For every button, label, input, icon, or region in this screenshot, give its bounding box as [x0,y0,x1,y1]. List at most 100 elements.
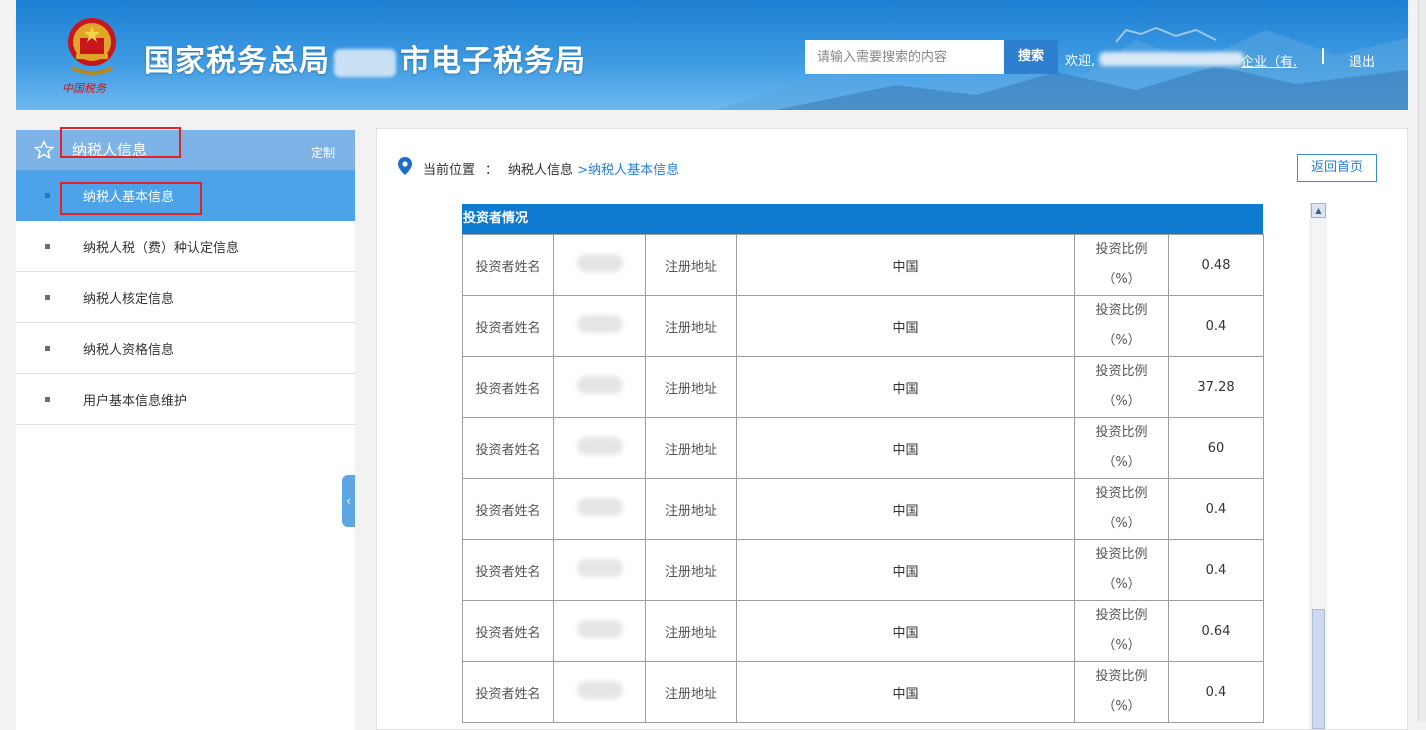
ratio-label-line2: （%） [1102,394,1141,409]
ratio-label-line2: （%） [1102,699,1141,714]
address-label: 注册地址 [645,478,737,540]
search-button[interactable]: 搜索 [1004,40,1058,74]
ratio-value: 0.4 [1168,539,1264,601]
address-label: 注册地址 [645,539,737,601]
sidebar-item-label: 纳税人资格信息 [83,343,175,358]
ratio-label: 投资比例 （%） [1074,356,1169,418]
name-label: 投资者姓名 [462,539,554,601]
table-row: 投资者姓名 注册地址 中国 投资比例 （%） 60 [462,417,1264,479]
search-input[interactable] [805,40,1015,74]
star-icon[interactable] [34,140,54,160]
breadcrumb-level1[interactable]: 纳税人信息 [508,163,573,178]
ratio-label-line1: 投资比例 [1095,608,1148,623]
bullet-icon [45,295,50,300]
investor-table-body: 投资者姓名 注册地址 中国 投资比例 （%） 0.48 投资者姓名 注册地址 中国 投资比例 （%）… [462,234,1264,723]
redacted-investor-name [576,376,623,394]
table-row: 投资者姓名 注册地址 中国 投资比例 （%） 0.4 [462,295,1264,357]
ratio-label-line2: （%） [1102,333,1141,348]
ratio-label-line1: 投资比例 [1095,303,1148,318]
address-value: 中国 [736,417,1075,479]
ratio-label-line2: （%） [1102,577,1141,592]
main-content: 当前位置：纳税人信息 >纳税人基本信息 返回首页 投资者情况 投资者姓名 注册地址… [376,128,1408,730]
sidebar-item-label: 纳税人基本信息 [83,190,175,205]
name-label: 投资者姓名 [462,417,554,479]
sidebar-header: 纳税人信息 定制 [16,130,355,170]
scroll-up-arrow-icon[interactable]: ▲ [1311,203,1326,218]
ratio-label-line1: 投资比例 [1095,547,1148,562]
site-title-part1: 国家税务总局 [144,44,330,79]
name-label: 投资者姓名 [462,295,554,357]
table-scrollbar[interactable]: ▲ [1310,203,1327,729]
sidebar-item-user-maintenance[interactable]: 用户基本信息维护 [16,374,355,425]
address-label: 注册地址 [645,661,737,723]
investor-name-cell [553,234,646,296]
name-label: 投资者姓名 [462,661,554,723]
bullet-icon [45,244,50,249]
site-header: 中国税务 国家税务总局 市电子税务局 搜索 欢迎, 企业（有. 退出 [16,0,1408,110]
return-home-button[interactable]: 返回首页 [1297,154,1377,182]
table-row: 投资者姓名 注册地址 中国 投资比例 （%） 0.4 [462,478,1264,540]
investor-name-cell [553,295,646,357]
customize-link[interactable]: 定制 [311,144,335,161]
ratio-label-line1: 投资比例 [1095,242,1148,257]
bullet-icon [45,346,50,351]
ratio-label-line2: （%） [1102,638,1141,653]
investor-name-cell [553,478,646,540]
sidebar: 纳税人信息 定制 纳税人基本信息 纳税人税（费）种认定信息 纳税人核定信息 纳税… [16,130,355,730]
table-row: 投资者姓名 注册地址 中国 投资比例 （%） 37.28 [462,356,1264,418]
table-row: 投资者姓名 注册地址 中国 投资比例 （%） 0.64 [462,600,1264,662]
table-row: 投资者姓名 注册地址 中国 投资比例 （%） 0.4 [462,661,1264,723]
redacted-investor-name [576,498,623,516]
investor-table: 投资者姓名 注册地址 中国 投资比例 （%） 0.48 投资者姓名 注册地址 中国 投资比例 （%）… [462,234,1264,723]
address-value: 中国 [736,295,1075,357]
address-label: 注册地址 [645,417,737,479]
ratio-label: 投资比例 （%） [1074,600,1169,662]
bullet-icon [45,397,50,402]
sidebar-collapse-toggle[interactable]: ‹ [342,475,355,527]
redacted-username [1099,52,1244,66]
sidebar-item-label: 纳税人核定信息 [83,292,175,307]
address-value: 中国 [736,356,1075,418]
ratio-label-line2: （%） [1102,516,1141,531]
address-value: 中国 [736,600,1075,662]
sidebar-item-label: 用户基本信息维护 [83,394,188,409]
ratio-value: 0.4 [1168,661,1264,723]
company-link[interactable]: 企业（有. [1241,51,1297,70]
investor-name-cell [553,539,646,601]
scrollbar-thumb[interactable] [1312,609,1325,729]
sidebar-item-label: 纳税人税（费）种认定信息 [83,241,240,256]
ratio-label-line2: （%） [1102,272,1141,287]
breadcrumb: 当前位置 ： 纳税人信息 >纳税人基本信息 [423,159,679,178]
ratio-value: 60 [1168,417,1264,479]
table-row: 投资者姓名 注册地址 中国 投资比例 （%） 0.4 [462,539,1264,601]
sidebar-item-assessment[interactable]: 纳税人核定信息 [16,272,355,323]
sidebar-item-basic-info[interactable]: 纳税人基本信息 [16,170,355,221]
ratio-label-line1: 投资比例 [1095,669,1148,684]
redacted-city [334,48,396,77]
breadcrumb-current: >纳税人基本信息 [577,163,680,178]
ratio-value: 0.64 [1168,600,1264,662]
address-value: 中国 [736,234,1075,296]
address-label: 注册地址 [645,356,737,418]
sidebar-title: 纳税人信息 [72,141,148,159]
name-label: 投资者姓名 [462,234,554,296]
bullet-icon [45,193,50,198]
ratio-label: 投资比例 （%） [1074,295,1169,357]
ratio-label: 投资比例 （%） [1074,539,1169,601]
emblem-caption: 中国税务 [62,82,106,95]
ratio-value: 0.4 [1168,478,1264,540]
name-label: 投资者姓名 [462,356,554,418]
redacted-investor-name [576,315,623,333]
redacted-investor-name [576,254,623,272]
redacted-investor-name [576,620,623,638]
sidebar-item-tax-type[interactable]: 纳税人税（费）种认定信息 [16,221,355,272]
table-row: 投资者姓名 注册地址 中国 投资比例 （%） 0.48 [462,234,1264,296]
sidebar-item-qualification[interactable]: 纳税人资格信息 [16,323,355,374]
ratio-label: 投资比例 （%） [1074,417,1169,479]
logout-link[interactable]: 退出 [1349,51,1375,70]
breadcrumb-prefix: 当前位置 [423,163,476,178]
ratio-value: 0.4 [1168,295,1264,357]
welcome-text: 欢迎, [1065,54,1096,69]
name-label: 投资者姓名 [462,478,554,540]
investor-name-cell [553,600,646,662]
